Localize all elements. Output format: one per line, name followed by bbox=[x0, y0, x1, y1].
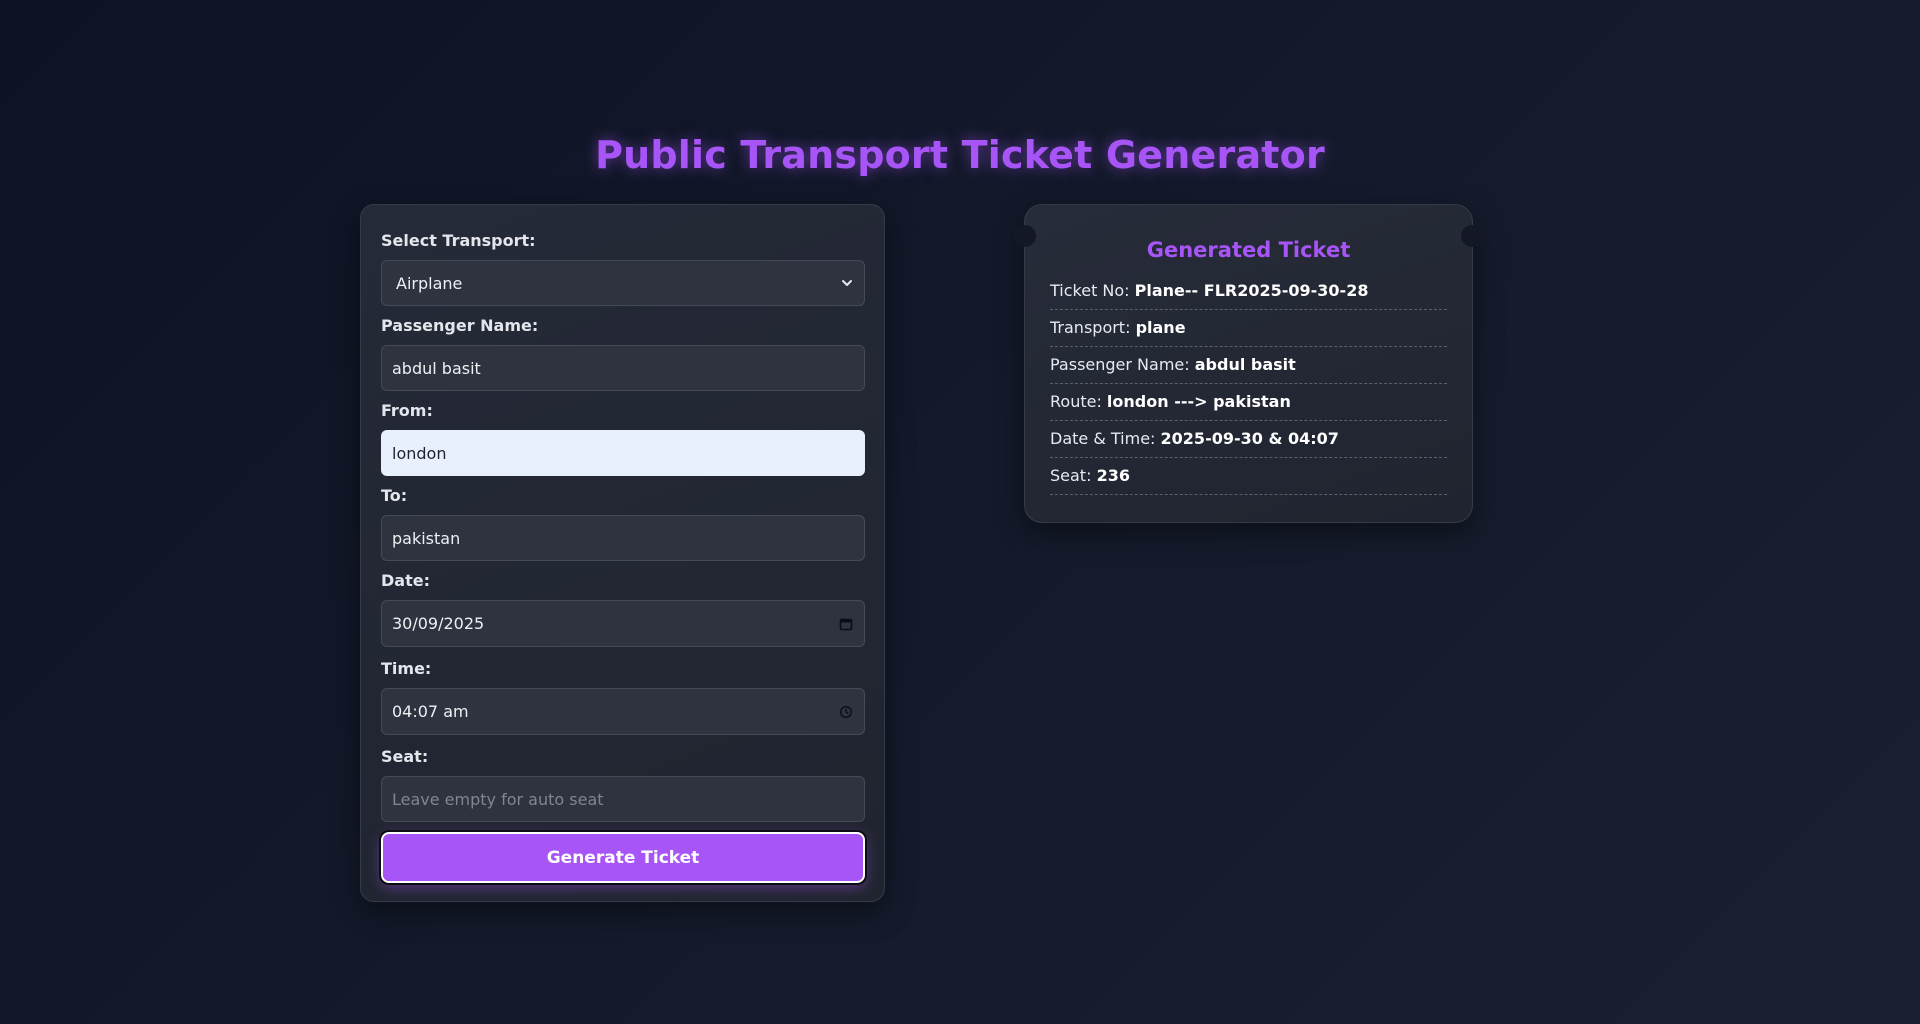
generated-ticket-card: Generated Ticket Ticket No: Plane-- FLR2… bbox=[1014, 204, 1483, 523]
ticket-row-label: Date & Time: bbox=[1050, 429, 1161, 448]
time-label: Time: bbox=[381, 659, 432, 678]
date-value: 30/09/2025 bbox=[392, 614, 485, 633]
ticket-row-transport: Transport: plane bbox=[1050, 310, 1447, 347]
passenger-name-input[interactable]: abdul basit bbox=[381, 345, 865, 391]
ticket-row-label: Passenger Name: bbox=[1050, 355, 1195, 374]
ticket-form: Select Transport: Airplane Passenger Nam… bbox=[360, 204, 885, 902]
ticket-row-date-time: Date & Time: 2025-09-30 & 04:07 bbox=[1050, 421, 1447, 458]
passenger-name-value: abdul basit bbox=[392, 358, 481, 378]
ticket-row-value: 236 bbox=[1096, 466, 1130, 485]
ticket-row-value: Plane-- FLR2025-09-30-28 bbox=[1134, 281, 1369, 300]
date-input[interactable]: 30/09/2025 bbox=[381, 600, 865, 647]
from-label: From: bbox=[381, 401, 433, 420]
generate-ticket-button[interactable]: Generate Ticket bbox=[381, 832, 865, 883]
to-input[interactable]: pakistan bbox=[381, 515, 865, 561]
ticket-row-value: london ---> pakistan bbox=[1106, 392, 1291, 411]
to-label: To: bbox=[381, 486, 408, 505]
from-value: london bbox=[392, 443, 447, 463]
transport-selected-value: Airplane bbox=[396, 273, 463, 293]
ticket-row-label: Seat: bbox=[1050, 466, 1097, 485]
seat-label: Seat: bbox=[381, 747, 429, 766]
ticket-row-passenger-name: Passenger Name: abdul basit bbox=[1050, 347, 1447, 384]
date-label: Date: bbox=[381, 571, 430, 590]
page-title: Public Transport Ticket Generator bbox=[595, 133, 1325, 177]
time-value: 04:07 am bbox=[392, 702, 469, 721]
ticket-notch-left bbox=[1014, 225, 1036, 247]
transport-select[interactable]: Airplane bbox=[381, 260, 865, 306]
ticket-row-route: Route: london ---> pakistan bbox=[1050, 384, 1447, 421]
to-value: pakistan bbox=[392, 528, 461, 548]
chevron-down-icon bbox=[840, 276, 854, 290]
seat-placeholder: Leave empty for auto seat bbox=[392, 789, 604, 809]
seat-input[interactable]: Leave empty for auto seat bbox=[381, 776, 865, 822]
ticket-notch-right bbox=[1461, 225, 1483, 247]
transport-label: Select Transport: bbox=[381, 231, 536, 250]
ticket-row-seat: Seat: 236 bbox=[1050, 458, 1447, 495]
clock-icon[interactable] bbox=[838, 704, 854, 720]
ticket-row-ticket-no: Ticket No: Plane-- FLR2025-09-30-28 bbox=[1050, 273, 1447, 310]
ticket-row-label: Route: bbox=[1050, 392, 1107, 411]
ticket-row-label: Ticket No: bbox=[1050, 281, 1135, 300]
ticket-row-value: 2025-09-30 & 04:07 bbox=[1160, 429, 1339, 448]
passenger-name-label: Passenger Name: bbox=[381, 316, 539, 335]
ticket-row-value: abdul basit bbox=[1194, 355, 1296, 374]
ticket-row-value: plane bbox=[1135, 318, 1186, 337]
ticket-title: Generated Ticket bbox=[1146, 238, 1351, 262]
time-input[interactable]: 04:07 am bbox=[381, 688, 865, 735]
calendar-icon[interactable] bbox=[838, 616, 854, 632]
from-input[interactable]: london bbox=[381, 430, 865, 476]
ticket-row-label: Transport: bbox=[1050, 318, 1136, 337]
